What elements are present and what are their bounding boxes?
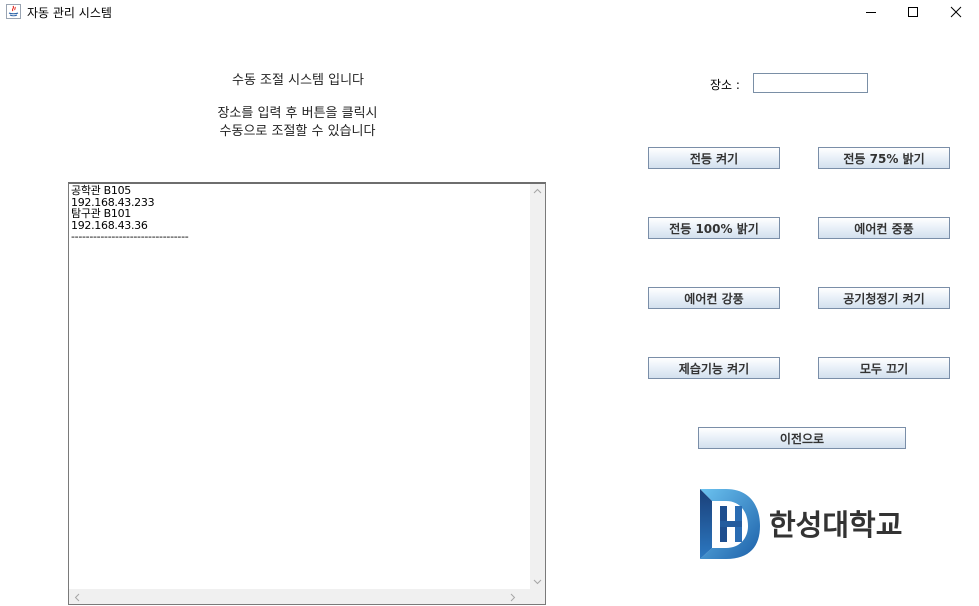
location-input[interactable] — [753, 73, 868, 93]
light-on-button[interactable]: 전등 켜기 — [648, 147, 780, 169]
horizontal-scrollbar[interactable] — [69, 589, 530, 604]
dehumidify-on-button[interactable]: 제습기능 켜기 — [648, 357, 780, 379]
back-button[interactable]: 이전으로 — [698, 427, 906, 449]
minimize-button[interactable] — [848, 0, 894, 24]
scroll-corner — [530, 589, 545, 604]
close-button[interactable] — [933, 0, 979, 24]
maximize-button[interactable] — [890, 0, 936, 24]
log-line: 공학관 B105 — [71, 184, 131, 197]
vertical-scrollbar[interactable] — [530, 184, 545, 589]
close-icon — [950, 6, 962, 18]
maximize-icon — [908, 7, 918, 17]
ac-strong-button[interactable]: 에어컨 강풍 — [648, 287, 780, 309]
scroll-down-icon[interactable] — [533, 579, 542, 585]
ac-medium-button[interactable]: 에어컨 중풍 — [818, 217, 950, 239]
all-off-button[interactable]: 모두 끄기 — [818, 357, 950, 379]
header-title: 수동 조절 시스템 입니다 — [232, 73, 364, 88]
light-100-button[interactable]: 전등 100% 밝기 — [648, 217, 780, 239]
scroll-left-icon[interactable] — [74, 593, 80, 602]
header-instruction-1: 장소를 입력 후 버튼을 클릭시 — [217, 106, 378, 121]
log-line: -------------------------------- — [71, 230, 189, 243]
header-instruction-2: 수동으로 조절할 수 있습니다 — [219, 124, 376, 139]
location-label: 장소 : — [710, 78, 740, 92]
scroll-right-icon[interactable] — [510, 593, 516, 602]
java-app-icon — [6, 4, 21, 19]
purifier-on-button[interactable]: 공기청정기 켜기 — [818, 287, 950, 309]
title-bar: 자동 관리 시스템 — [0, 0, 979, 26]
log-textarea[interactable]: 공학관 B105 192.168.43.233 탐구관 B101 192.168… — [68, 182, 546, 605]
window-title: 자동 관리 시스템 — [27, 6, 112, 20]
light-75-button[interactable]: 전등 75% 밝기 — [818, 147, 950, 169]
minimize-icon — [866, 12, 876, 13]
log-line: 탐구관 B101 — [71, 207, 131, 220]
log-content: 공학관 B105 192.168.43.233 탐구관 B101 192.168… — [71, 184, 189, 243]
logo-text: 한성대학교 — [769, 508, 903, 542]
scroll-up-icon[interactable] — [533, 188, 542, 194]
